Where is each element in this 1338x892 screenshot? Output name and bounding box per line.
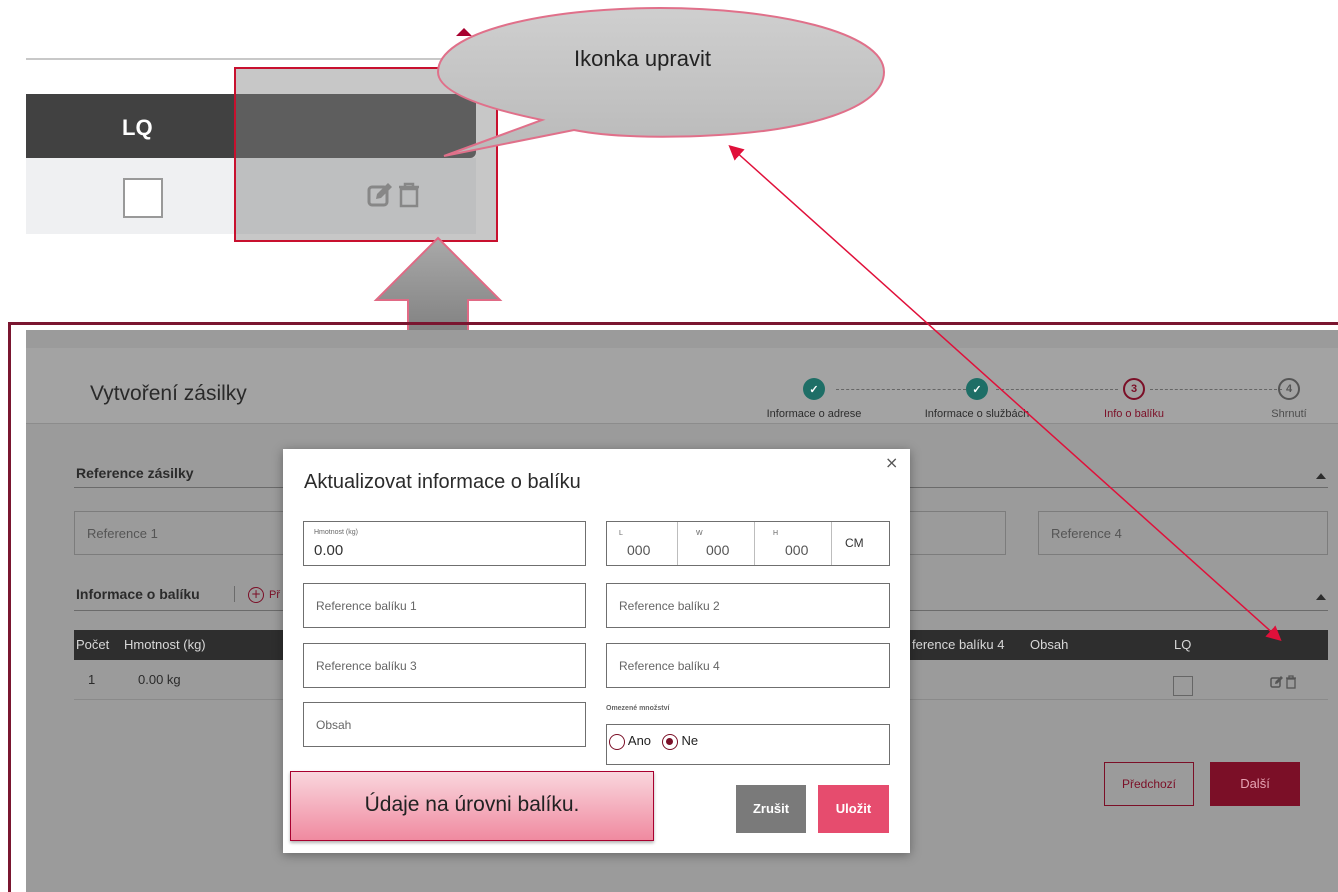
dim-width[interactable]: W 000 <box>678 522 754 565</box>
modal-title: Aktualizovat informace o balíku <box>304 471 581 493</box>
unit-label: CM <box>845 536 864 550</box>
close-icon[interactable]: × <box>885 453 898 472</box>
placeholder: Reference balíku 2 <box>619 599 720 613</box>
zoom-section-line <box>26 58 476 60</box>
dim-height-value: 000 <box>785 542 809 558</box>
placeholder: Reference balíku 4 <box>619 659 720 673</box>
zoom-lq-header: LQ <box>122 115 153 140</box>
dim-length[interactable]: L 000 <box>607 522 677 565</box>
cancel-button[interactable]: Zrušit <box>736 785 806 833</box>
package-reference-3-input[interactable]: Reference balíku 3 <box>303 643 586 688</box>
annotation-note: Údaje na úrovni balíku. <box>290 771 654 841</box>
placeholder: Reference balíku 1 <box>316 599 417 613</box>
dimensions-field: L 000 W 000 H 000 CM <box>606 521 890 566</box>
zoom-lq-checkbox[interactable] <box>123 178 163 218</box>
package-reference-4-input[interactable]: Reference balíku 4 <box>606 643 890 688</box>
dim-width-label: W <box>696 530 703 537</box>
dim-length-label: L <box>619 530 623 537</box>
radio-no[interactable] <box>661 733 678 750</box>
dim-height[interactable]: H 000 <box>755 522 831 565</box>
dim-length-value: 000 <box>627 542 651 558</box>
radio-yes[interactable] <box>609 733 625 750</box>
content-input[interactable]: Obsah <box>303 702 586 747</box>
bubble-text: Ikonka upravit <box>574 46 711 71</box>
dim-height-label: H <box>773 530 779 537</box>
placeholder: Obsah <box>316 718 352 732</box>
dim-width-value: 000 <box>706 542 730 558</box>
speech-bubble <box>436 6 886 157</box>
placeholder: Reference balíku 3 <box>316 659 417 673</box>
weight-value: 0.00 <box>314 542 344 559</box>
radio-yes-label: Ano <box>627 733 652 748</box>
save-button[interactable]: Uložit <box>818 785 889 833</box>
package-reference-2-input[interactable]: Reference balíku 2 <box>606 583 890 628</box>
radio-no-label: Ne <box>681 733 699 748</box>
weight-field[interactable]: Hmotnost (kg) 0.00 <box>303 521 586 566</box>
dim-separator <box>831 522 832 565</box>
limited-quantity-group: Ano Ne <box>606 724 890 765</box>
limited-quantity-label: Omezené množství <box>606 705 670 712</box>
package-reference-1-input[interactable]: Reference balíku 1 <box>303 583 586 628</box>
weight-label: Hmotnost (kg) <box>314 529 358 536</box>
